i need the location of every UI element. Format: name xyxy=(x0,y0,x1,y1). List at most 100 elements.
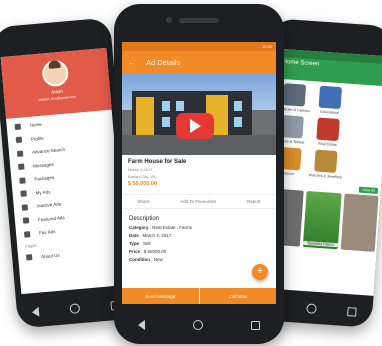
category-label: Educational xyxy=(320,109,340,116)
category-label: Real Estate xyxy=(318,141,337,147)
row-label: Condition xyxy=(129,257,150,262)
ad-location: Banani City, Vil... xyxy=(128,174,159,179)
row-label: Type xyxy=(129,241,140,246)
heart-icon xyxy=(23,230,31,238)
building-accent xyxy=(136,97,154,135)
star-icon xyxy=(22,217,30,224)
description-section: Description Category : Real Estate , Far… xyxy=(122,212,276,267)
type-row: Type : Sell xyxy=(129,241,151,246)
price-row: Price : $ 55000.00 xyxy=(129,249,167,254)
ads-icon xyxy=(20,190,27,198)
earpiece xyxy=(179,18,219,23)
ad-card-parrot[interactable]: Beautiful Parrot xyxy=(303,191,342,250)
home-icon xyxy=(14,123,22,130)
info-icon xyxy=(25,254,33,261)
recents-nav-icon[interactable] xyxy=(347,306,358,317)
drawer-header: Arian master_test@gmail.com xyxy=(0,47,112,119)
home-title: Home Screen xyxy=(282,58,320,68)
row-value: New xyxy=(153,257,163,262)
view-all-button[interactable]: View All xyxy=(359,186,379,194)
menu-label: Fav Ads xyxy=(38,229,56,236)
book-icon xyxy=(319,85,343,110)
showcase-stage: Arian master_test@gmail.com Home Profile… xyxy=(0,0,382,346)
status-time: 12:30 xyxy=(261,44,272,49)
home-nav-icon[interactable] xyxy=(69,303,81,314)
menu-label: About Us xyxy=(40,252,60,260)
date-row: Date : March 4, 2017 xyxy=(129,233,172,238)
drawer-screen: Arian master_test@gmail.com Home Profile… xyxy=(0,47,127,295)
drawer-menu: Home Profile Advance Search Messages Pac… xyxy=(6,110,124,266)
menu-label: Packages xyxy=(34,175,55,182)
ad-card-dog[interactable] xyxy=(340,193,379,252)
recents-nav-icon[interactable] xyxy=(251,320,260,330)
row-value: Sell xyxy=(142,241,151,246)
search-icon xyxy=(16,150,24,157)
play-icon xyxy=(189,119,201,133)
back-nav-icon[interactable] xyxy=(31,306,40,318)
contact-bar: Send Message Call Now xyxy=(122,288,276,304)
ad-photo[interactable] xyxy=(122,73,276,155)
category-label: Sports xyxy=(283,171,295,177)
category-row: Category : Real Estate , Farms xyxy=(129,225,193,230)
category-watches[interactable]: Watches & Jewellery xyxy=(307,149,345,179)
back-arrow-icon[interactable]: ← xyxy=(128,58,136,67)
menu-label: Home xyxy=(29,122,42,129)
category-real-estate[interactable]: Real Estate xyxy=(309,117,347,147)
menu-label: Inactive Ads xyxy=(36,201,62,209)
menu-label: Featured Ads xyxy=(37,214,65,223)
window xyxy=(176,101,184,111)
add-fab-button[interactable]: + xyxy=(252,264,268,280)
ad-date: March 4,2017 xyxy=(128,167,153,172)
avatar[interactable] xyxy=(41,59,70,88)
page-title: Ad Details xyxy=(146,57,181,67)
menu-label: Advance Search xyxy=(31,147,66,155)
menu-label: Messages xyxy=(33,161,54,169)
ad-actions: Share Add To Favourites Report xyxy=(122,194,276,209)
laptop-icon xyxy=(282,83,307,107)
profile-icon xyxy=(15,136,23,144)
phone-icon xyxy=(280,115,305,139)
inactive-icon xyxy=(21,204,29,211)
menu-label: My Ads xyxy=(35,189,51,196)
window xyxy=(162,117,170,127)
back-nav-icon[interactable] xyxy=(138,320,145,330)
row-label: Category xyxy=(129,225,149,230)
app-bar: ← Ad Details xyxy=(122,51,276,73)
android-nav-bar xyxy=(114,320,284,330)
description-title: Description xyxy=(129,216,160,222)
window xyxy=(162,101,170,111)
call-now-button[interactable]: Call Now xyxy=(199,288,276,304)
ad-price: $ 55,000.00 xyxy=(128,181,158,187)
row-label: Date xyxy=(129,233,139,238)
category-grid: Computer & Laptops Educational Mobile & … xyxy=(269,79,382,187)
status-bar: 12:30 xyxy=(122,42,276,51)
report-button[interactable]: Report xyxy=(247,199,261,204)
menu-label: Profile xyxy=(30,135,44,142)
category-spacer xyxy=(348,88,382,118)
window xyxy=(234,101,242,111)
share-button[interactable]: Share xyxy=(137,199,149,204)
front-camera xyxy=(166,17,172,23)
window xyxy=(234,117,242,127)
package-icon xyxy=(19,177,26,184)
house-icon xyxy=(316,117,341,142)
row-label: Price xyxy=(129,249,141,254)
ad-title: Farm House for Sale xyxy=(128,159,187,165)
category-educational[interactable]: Educational xyxy=(311,85,349,115)
row-value: Real Estate , Farms xyxy=(152,225,193,230)
message-icon xyxy=(18,163,25,171)
favourite-button[interactable]: Add To Favourites xyxy=(180,199,216,204)
category-label: Watches & Jewellery xyxy=(308,173,342,180)
row-value: March 4, 2017 xyxy=(142,233,172,238)
ad-details-screen: 12:30 ← Ad Details Farm House for Sale M… xyxy=(122,42,276,304)
send-message-button[interactable]: Send Message xyxy=(122,288,200,304)
row-value: $ 55000.00 xyxy=(143,249,167,254)
watch-icon xyxy=(314,149,339,174)
ad-info: Farm House for Sale March 4,2017 Banani … xyxy=(122,155,276,191)
play-video-button[interactable] xyxy=(176,113,214,139)
condition-row: Condition : New xyxy=(129,257,163,262)
ad-card-label: Beautiful Parrot xyxy=(303,240,338,248)
home-nav-icon[interactable] xyxy=(306,303,317,314)
home-nav-icon[interactable] xyxy=(193,320,203,330)
category-spacer-2 xyxy=(345,120,382,150)
